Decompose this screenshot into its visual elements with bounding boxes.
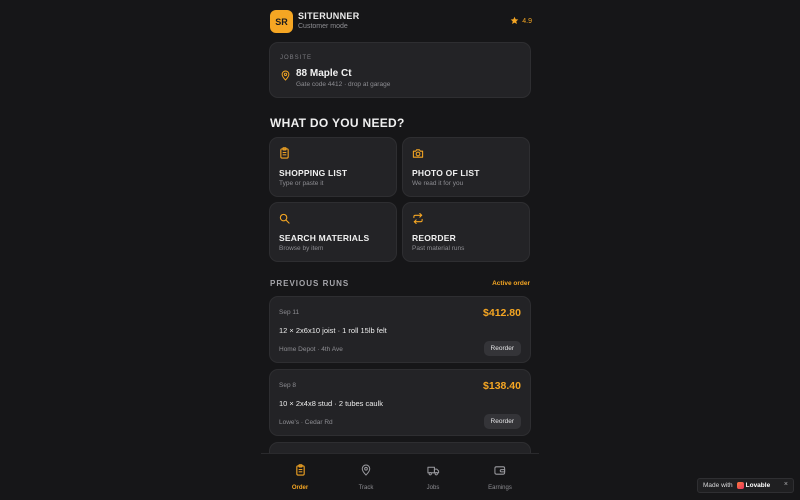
run-items: 10 × 2x4x8 stud · 2 tubes caulk (279, 399, 384, 408)
section-title-need: WHAT DO YOU NEED? (270, 116, 405, 130)
reorder-button[interactable]: Reorder (483, 341, 521, 356)
search-materials-tile[interactable]: SEARCH MATERIALS Browse by item (269, 202, 397, 262)
camera-icon (412, 146, 424, 164)
section-title-runs: PREVIOUS RUNS (270, 279, 350, 288)
repeat-icon (412, 211, 424, 229)
reorder-button[interactable]: Reorder (483, 414, 521, 429)
nav-jobs[interactable]: Jobs (408, 463, 458, 491)
run-price: $412.80 (483, 307, 521, 319)
star-icon (510, 16, 519, 27)
nav-order[interactable]: Order (275, 463, 325, 491)
brand-name: SITERUNNER (298, 11, 360, 21)
tile-title: SHOPPING LIST (279, 168, 348, 178)
run-card[interactable]: Sep 8 $138.40 10 × 2x4x8 stud · 2 tubes … (269, 369, 531, 436)
run-card[interactable]: Sep 11 $412.80 12 × 2x6x10 joist · 1 rol… (269, 296, 531, 363)
lovable-logo-icon (736, 482, 744, 489)
reorder-tile[interactable]: REORDER Past material runs (402, 202, 530, 262)
jobsite-card[interactable]: JOBSITE 88 Maple Ct Gate code 4412 · dro… (269, 42, 531, 98)
search-icon (279, 211, 290, 229)
logo-badge: SR (270, 10, 293, 33)
tile-subtitle: We read it for you (412, 180, 464, 187)
mode-label: Customer mode (298, 23, 348, 30)
badge-prefix: Made with (703, 482, 733, 489)
tile-subtitle: Past material runs (412, 245, 465, 252)
photo-of-list-tile[interactable]: PHOTO OF LIST We read it for you (402, 137, 530, 197)
map-pin-icon (281, 68, 290, 86)
tile-title: PHOTO OF LIST (412, 168, 480, 178)
rating: 4.9 (510, 16, 532, 27)
truck-icon (426, 463, 440, 481)
app-header: SR SITERUNNER Customer mode 4.9 (270, 10, 532, 34)
tile-title: REORDER (412, 233, 456, 243)
run-store: Home Depot · 4th Ave (279, 346, 343, 353)
bottom-nav: Order Track Jobs Earnings (261, 453, 539, 500)
app-screen: SR SITERUNNER Customer mode 4.9 JOBSITE … (261, 0, 539, 500)
tile-subtitle: Browse by item (279, 245, 324, 252)
made-with-lovable-badge[interactable]: Made with Lovable × (697, 478, 794, 493)
run-date: Sep 11 (279, 309, 300, 316)
nav-label: Track (358, 485, 374, 491)
badge-brand: Lovable (745, 482, 771, 489)
run-items: 12 × 2x6x10 joist · 1 roll 15lb felt (279, 326, 387, 335)
nav-label: Earnings (488, 485, 512, 491)
jobsite-address: 88 Maple Ct (296, 68, 352, 79)
active-order-link[interactable]: Active order (492, 280, 530, 287)
nav-label: Jobs (426, 485, 440, 491)
jobsite-note: Gate code 4412 · drop at garage (296, 81, 391, 88)
tile-subtitle: Type or paste it (279, 180, 324, 187)
shopping-list-tile[interactable]: SHOPPING LIST Type or paste it (269, 137, 397, 197)
nav-label: Order (291, 485, 309, 491)
jobsite-label: JOBSITE (280, 55, 313, 61)
run-price: $138.40 (483, 380, 521, 392)
tile-title: SEARCH MATERIALS (279, 233, 370, 243)
clipboard-icon (295, 463, 306, 481)
clipboard-icon (279, 146, 290, 164)
wallet-icon (494, 463, 506, 481)
close-icon[interactable]: × (784, 481, 788, 488)
rating-value: 4.9 (522, 18, 532, 25)
map-pin-icon (361, 463, 371, 481)
nav-track[interactable]: Track (341, 463, 391, 491)
nav-earnings[interactable]: Earnings (475, 463, 525, 491)
run-date: Sep 8 (279, 382, 296, 389)
run-store: Lowe's · Cedar Rd (279, 419, 333, 426)
